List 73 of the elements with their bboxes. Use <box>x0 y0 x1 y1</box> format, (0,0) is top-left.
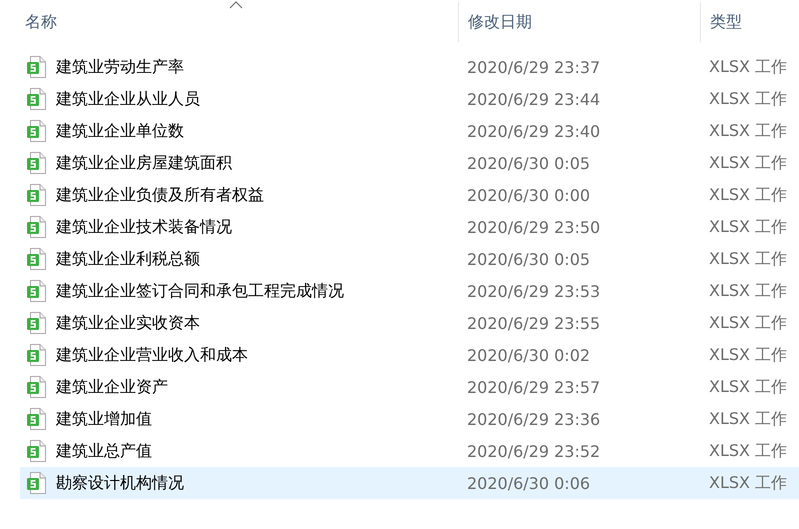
file-type: XLSX 工作 <box>708 280 788 302</box>
column-header[interactable]: 名称 <box>25 12 57 32</box>
spreadsheet-file-icon <box>27 376 46 398</box>
file-row[interactable]: 建筑业增加值 2020/6/29 23:36 XLSX 工作 <box>20 403 799 435</box>
file-type: XLSX 工作 <box>708 376 788 398</box>
spreadsheet-file-icon <box>27 344 46 366</box>
file-row[interactable]: 建筑业企业房屋建筑面积 2020/6/30 0:05 XLSX 工作 <box>20 147 799 179</box>
file-row[interactable]: 勘察设计机构情况 2020/6/30 0:06 XLSX 工作 <box>20 467 799 499</box>
file-row[interactable]: 建筑业劳动生产率 2020/6/29 23:37 XLSX 工作 <box>20 51 799 83</box>
spreadsheet-file-icon <box>27 88 46 110</box>
file-type: XLSX 工作 <box>708 440 788 462</box>
file-type: XLSX 工作 <box>708 184 788 206</box>
file-name: 建筑业企业签订合同和承包工程完成情况 <box>56 280 344 302</box>
modified-date: 2020/6/30 0:02 <box>466 346 592 364</box>
modified-date: 2020/6/29 23:50 <box>466 218 602 236</box>
file-row[interactable]: 建筑业企业从业人员 2020/6/29 23:44 XLSX 工作 <box>20 83 799 115</box>
file-name: 建筑业企业技术装备情况 <box>56 216 232 238</box>
file-type: XLSX 工作 <box>708 248 788 270</box>
file-type: XLSX 工作 <box>708 216 788 238</box>
file-name: 勘察设计机构情况 <box>56 472 184 494</box>
modified-date: 2020/6/30 0:00 <box>466 186 592 204</box>
file-name: 建筑业企业从业人员 <box>56 88 200 110</box>
file-type: XLSX 工作 <box>708 312 788 334</box>
file-type: XLSX 工作 <box>708 152 788 174</box>
file-name: 建筑业企业利税总额 <box>56 248 200 270</box>
spreadsheet-file-icon <box>27 408 46 430</box>
spreadsheet-file-icon <box>27 248 46 270</box>
file-name: 建筑业劳动生产率 <box>56 56 184 78</box>
spreadsheet-file-icon <box>27 440 46 462</box>
file-row[interactable]: 建筑业企业签订合同和承包工程完成情况 2020/6/29 23:53 XLSX 工作 <box>20 275 799 307</box>
file-type: XLSX 工作 <box>708 56 788 78</box>
file-row[interactable]: 建筑业总产值 2020/6/29 23:52 XLSX 工作 <box>20 435 799 467</box>
column-header[interactable]: 类型 <box>710 12 742 32</box>
file-name: 建筑业企业实收资本 <box>56 312 200 334</box>
modified-date: 2020/6/29 23:53 <box>466 282 602 300</box>
file-name: 建筑业总产值 <box>56 440 152 462</box>
file-row[interactable]: 建筑业企业利税总额 2020/6/30 0:05 XLSX 工作 <box>20 243 799 275</box>
modified-date: 2020/6/29 23:40 <box>466 122 602 140</box>
spreadsheet-file-icon <box>27 152 46 174</box>
modified-date: 2020/6/29 23:36 <box>466 410 602 428</box>
file-name: 建筑业增加值 <box>56 408 152 430</box>
spreadsheet-file-icon <box>27 216 46 238</box>
file-row[interactable]: 建筑业企业实收资本 2020/6/29 23:55 XLSX 工作 <box>20 307 799 339</box>
file-name: 建筑业企业营业收入和成本 <box>56 344 248 366</box>
file-type: XLSX 工作 <box>708 344 788 366</box>
modified-date: 2020/6/29 23:57 <box>466 378 602 396</box>
modified-date: 2020/6/30 0:05 <box>466 250 592 268</box>
file-row[interactable]: 建筑业企业资产 2020/6/29 23:57 XLSX 工作 <box>20 371 799 403</box>
spreadsheet-file-icon <box>27 472 46 494</box>
spreadsheet-file-icon <box>27 120 46 142</box>
file-type: XLSX 工作 <box>708 472 788 494</box>
spreadsheet-file-icon <box>27 312 46 334</box>
file-name: 建筑业企业单位数 <box>56 120 184 142</box>
file-name: 建筑业企业房屋建筑面积 <box>56 152 232 174</box>
column-header[interactable]: 修改日期 <box>468 12 532 32</box>
spreadsheet-file-icon <box>27 280 46 302</box>
file-type: XLSX 工作 <box>708 120 788 142</box>
file-row[interactable]: 建筑业企业负债及所有者权益 2020/6/30 0:00 XLSX 工作 <box>20 179 799 211</box>
file-type: XLSX 工作 <box>708 88 788 110</box>
modified-date: 2020/6/30 0:05 <box>466 154 592 172</box>
modified-date: 2020/6/29 23:37 <box>466 58 602 76</box>
modified-date: 2020/6/30 0:06 <box>466 474 592 492</box>
modified-date: 2020/6/29 23:55 <box>466 314 602 332</box>
file-name: 建筑业企业资产 <box>56 376 168 398</box>
file-row[interactable]: 建筑业企业营业收入和成本 2020/6/30 0:02 XLSX 工作 <box>20 339 799 371</box>
file-row[interactable]: 建筑业企业单位数 2020/6/29 23:40 XLSX 工作 <box>20 115 799 147</box>
file-row[interactable]: 建筑业企业技术装备情况 2020/6/29 23:50 XLSX 工作 <box>20 211 799 243</box>
modified-date: 2020/6/29 23:44 <box>466 90 602 108</box>
spreadsheet-file-icon <box>27 56 46 78</box>
modified-date: 2020/6/29 23:52 <box>466 442 602 460</box>
spreadsheet-file-icon <box>27 184 46 206</box>
file-type: XLSX 工作 <box>708 408 788 430</box>
file-name: 建筑业企业负债及所有者权益 <box>56 184 264 206</box>
